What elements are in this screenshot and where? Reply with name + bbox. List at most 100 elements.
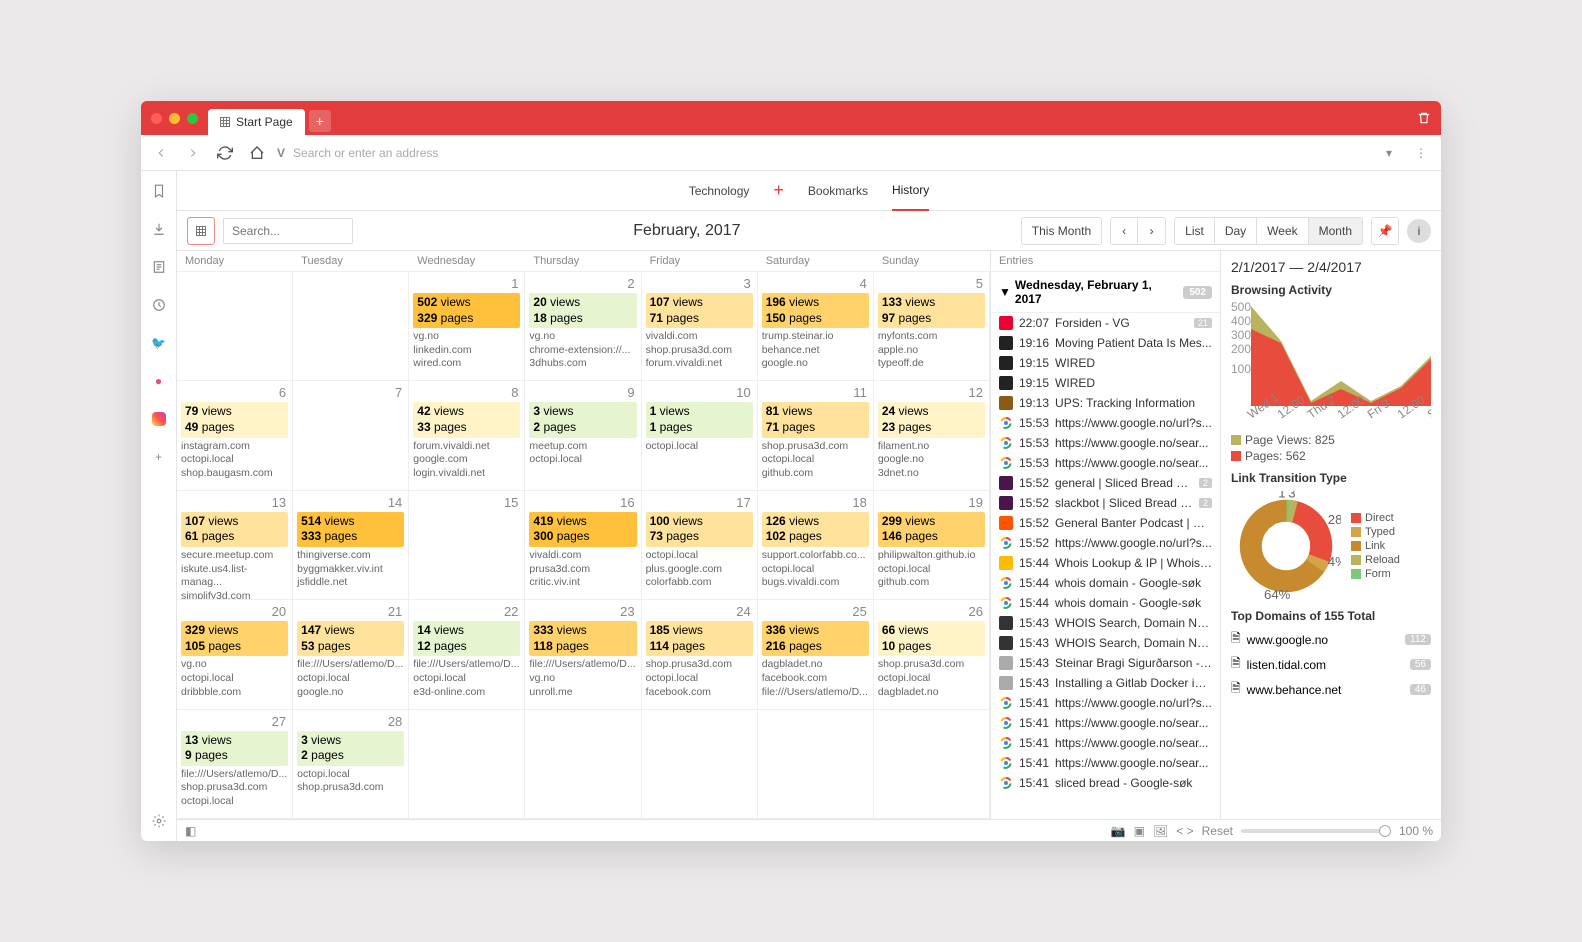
calendar-cell[interactable]: 4196 views150 pagestrump.steinar.iobehan… bbox=[758, 272, 874, 381]
tab-start-page[interactable]: Start Page bbox=[208, 109, 305, 135]
next-button[interactable]: › bbox=[1138, 217, 1166, 245]
menu-icon[interactable]: ⋮ bbox=[1409, 141, 1433, 165]
twitter-icon[interactable]: 🐦 bbox=[147, 331, 171, 355]
calendar-cell[interactable]: 5133 views97 pagesmyfonts.comapple.notyp… bbox=[874, 272, 990, 381]
history-entry[interactable]: 15:52General Banter Podcast | Fr... bbox=[991, 513, 1220, 533]
image-icon[interactable]: 🖼 bbox=[1153, 824, 1168, 838]
calendar-cell[interactable]: 25336 views216 pagesdagbladet.nofacebook… bbox=[758, 600, 874, 709]
history-entry[interactable]: 15:53https://www.google.no/sear... bbox=[991, 433, 1220, 453]
calendar-cell[interactable]: 17100 views73 pagesoctopi.localplus.goog… bbox=[642, 491, 758, 600]
notes-icon[interactable] bbox=[147, 255, 171, 279]
devtools-icon[interactable]: < > bbox=[1176, 824, 1193, 838]
history-entry[interactable]: 15:41https://www.google.no/sear... bbox=[991, 753, 1220, 773]
history-entry[interactable]: 15:52https://www.google.no/url?s... bbox=[991, 533, 1220, 553]
this-month-button[interactable]: This Month bbox=[1021, 217, 1102, 245]
calendar-cell[interactable]: 1181 views71 pagesshop.prusa3d.comoctopi… bbox=[758, 381, 874, 490]
zoom-reset[interactable]: Reset bbox=[1202, 824, 1233, 838]
home-button[interactable] bbox=[245, 141, 269, 165]
close-window-icon[interactable] bbox=[151, 113, 162, 124]
calendar-cell[interactable]: 283 views2 pagesoctopi.localshop.prusa3d… bbox=[293, 710, 409, 819]
calendar-cell[interactable] bbox=[293, 272, 409, 381]
history-entry[interactable]: 15:44whois domain - Google-søk bbox=[991, 593, 1220, 613]
top-domain-row[interactable]: 🗎www.google.no112 bbox=[1231, 627, 1431, 652]
history-entry[interactable]: 15:41sliced bread - Google-søk bbox=[991, 773, 1220, 793]
dribbble-icon[interactable]: ● bbox=[147, 369, 171, 393]
calendar-cell[interactable]: 220 views18 pagesvg.nochrome-extension:/… bbox=[525, 272, 641, 381]
calendar-cell[interactable]: 18126 views102 pagessupport.colorfabb.co… bbox=[758, 491, 874, 600]
calendar-cell[interactable] bbox=[409, 710, 525, 819]
history-entry[interactable]: 15:43Steinar Bragi Sigurðarson - ... bbox=[991, 653, 1220, 673]
history-entry[interactable]: 19:16Moving Patient Data Is Mes... bbox=[991, 333, 1220, 353]
calendar-cell[interactable]: 13107 views61 pagessecure.meetup.comisku… bbox=[177, 491, 293, 600]
history-entry[interactable]: 19:13UPS: Tracking Information bbox=[991, 393, 1220, 413]
view-list[interactable]: List bbox=[1174, 217, 1215, 245]
tab-technology[interactable]: Technology bbox=[689, 184, 750, 198]
history-entry[interactable]: 15:44Whois Lookup & IP | Whois.... bbox=[991, 553, 1220, 573]
calendar-cell[interactable] bbox=[642, 710, 758, 819]
calendar-cell[interactable] bbox=[177, 272, 293, 381]
minimize-window-icon[interactable] bbox=[169, 113, 180, 124]
calendar-cell[interactable]: 2214 views12 pagesfile:///Users/atlemo/D… bbox=[409, 600, 525, 709]
history-icon[interactable] bbox=[147, 293, 171, 317]
history-entry[interactable]: 15:41https://www.google.no/url?s... bbox=[991, 693, 1220, 713]
tile-icon[interactable]: ▣ bbox=[1134, 824, 1145, 838]
calendar-cell[interactable]: 93 views2 pagesmeetup.comoctopi.local bbox=[525, 381, 641, 490]
forward-button[interactable] bbox=[181, 141, 205, 165]
capture-icon[interactable]: 📷 bbox=[1111, 824, 1126, 838]
calendar-cell[interactable]: 101 views1 pagesoctopi.local bbox=[642, 381, 758, 490]
back-button[interactable] bbox=[149, 141, 173, 165]
history-entry[interactable]: 15:52slackbot | Sliced Bread S...2 bbox=[991, 493, 1220, 513]
calendar-cell[interactable]: 16419 views300 pagesvivaldi.comprusa3d.c… bbox=[525, 491, 641, 600]
info-icon[interactable]: i bbox=[1407, 219, 1431, 243]
top-domain-row[interactable]: 🗎www.behance.net46 bbox=[1231, 677, 1431, 702]
bookmark-icon[interactable] bbox=[147, 179, 171, 203]
calendar-cell[interactable]: 21147 views53 pagesfile:///Users/atlemo/… bbox=[293, 600, 409, 709]
reload-button[interactable] bbox=[213, 141, 237, 165]
tab-history[interactable]: History bbox=[892, 171, 929, 211]
calendar-cell[interactable]: 842 views33 pagesforum.vivaldi.netgoogle… bbox=[409, 381, 525, 490]
calendar-cell[interactable]: 23333 views118 pagesfile:///Users/atlemo… bbox=[525, 600, 641, 709]
history-entry[interactable]: 15:43Installing a Gitlab Docker im... bbox=[991, 673, 1220, 693]
calendar-cell[interactable]: 2713 views9 pagesfile:///Users/atlemo/D.… bbox=[177, 710, 293, 819]
history-entry[interactable]: 22:07Forsiden - VG21 bbox=[991, 313, 1220, 333]
view-week[interactable]: Week bbox=[1257, 217, 1308, 245]
address-bar[interactable]: V Search or enter an address bbox=[277, 146, 1369, 160]
calendar-cell[interactable]: 19299 views146 pagesphilipwalton.github.… bbox=[874, 491, 990, 600]
calendar-cell[interactable]: 20329 views105 pagesvg.nooctopi.localdri… bbox=[177, 600, 293, 709]
calendar-cell[interactable]: 1224 views23 pagesfilament.nogoogle.no3d… bbox=[874, 381, 990, 490]
history-entry[interactable]: 15:53https://www.google.no/sear... bbox=[991, 453, 1220, 473]
calendar-cell[interactable]: 1502 views329 pagesvg.nolinkedin.comwire… bbox=[409, 272, 525, 381]
history-entry[interactable]: 15:53https://www.google.no/url?s... bbox=[991, 413, 1220, 433]
history-entry[interactable]: 15:43WHOIS Search, Domain Na... bbox=[991, 613, 1220, 633]
history-entry[interactable]: 15:41https://www.google.no/sear... bbox=[991, 733, 1220, 753]
settings-icon[interactable] bbox=[147, 809, 171, 833]
search-input[interactable] bbox=[223, 218, 353, 244]
history-entry[interactable]: 15:52general | Sliced Bread Sla...2 bbox=[991, 473, 1220, 493]
zoom-slider[interactable] bbox=[1241, 829, 1391, 833]
history-entry[interactable]: 15:43WHOIS Search, Domain Na... bbox=[991, 633, 1220, 653]
calendar-cell[interactable] bbox=[758, 710, 874, 819]
calendar-cell[interactable] bbox=[874, 710, 990, 819]
dropdown-icon[interactable]: ▾ bbox=[1377, 141, 1401, 165]
prev-button[interactable]: ‹ bbox=[1110, 217, 1138, 245]
view-day[interactable]: Day bbox=[1215, 217, 1257, 245]
instagram-icon[interactable] bbox=[147, 407, 171, 431]
calendar-cell[interactable]: 7 bbox=[293, 381, 409, 490]
history-entry[interactable]: 15:41https://www.google.no/sear... bbox=[991, 713, 1220, 733]
add-dial-icon[interactable]: + bbox=[773, 180, 784, 201]
calendar-cell[interactable]: 24185 views114 pagesshop.prusa3d.comocto… bbox=[642, 600, 758, 709]
add-panel-icon[interactable]: + bbox=[147, 445, 171, 469]
entries-day-title[interactable]: ▼ Wednesday, February 1, 2017 502 bbox=[991, 272, 1220, 313]
pin-icon[interactable]: 📌 bbox=[1371, 217, 1399, 245]
calendar-cell[interactable]: 15 bbox=[409, 491, 525, 600]
history-entry[interactable]: 19:15WIRED bbox=[991, 373, 1220, 393]
download-icon[interactable] bbox=[147, 217, 171, 241]
tab-bookmarks[interactable]: Bookmarks bbox=[808, 184, 868, 198]
maximize-window-icon[interactable] bbox=[187, 113, 198, 124]
top-domain-row[interactable]: 🗎listen.tidal.com56 bbox=[1231, 652, 1431, 677]
panel-toggle-icon[interactable]: ◧ bbox=[185, 824, 196, 838]
calendar-cell[interactable]: 3107 views71 pagesvivaldi.comshop.prusa3… bbox=[642, 272, 758, 381]
history-entry[interactable]: 19:15WIRED bbox=[991, 353, 1220, 373]
history-entry[interactable]: 15:44whois domain - Google-søk bbox=[991, 573, 1220, 593]
calendar-cell[interactable] bbox=[525, 710, 641, 819]
